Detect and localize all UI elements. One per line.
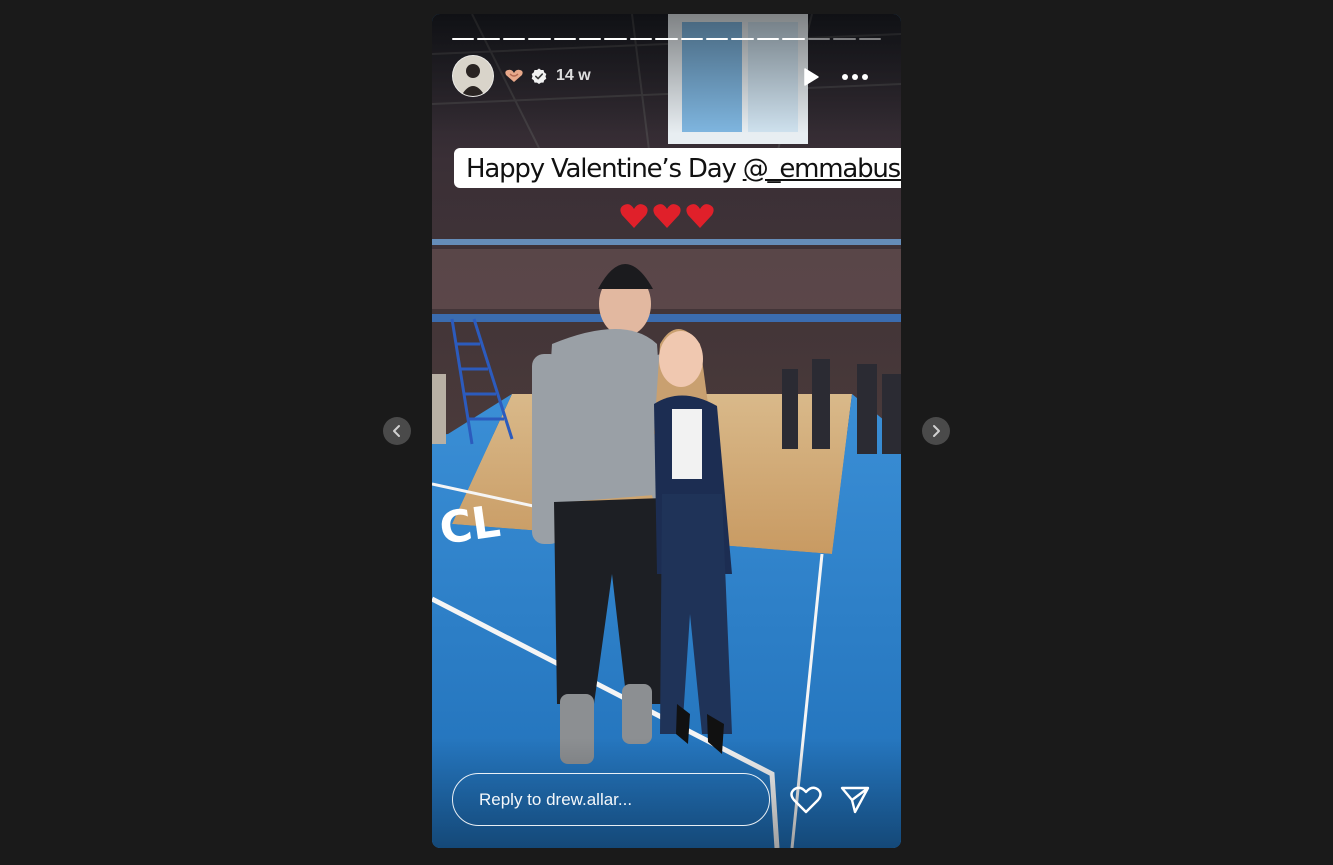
post-time: 14 w [556,67,591,84]
previous-story-button[interactable] [383,417,411,445]
progress-segment [502,38,526,40]
court-lettering: CL [436,496,503,555]
story-viewer: CL 14 w Happy Valentine’s Day @_emmabus … [0,0,1333,865]
progress-segment [553,38,577,40]
story-caption: Happy Valentine’s Day @_emmabush_ [454,148,901,188]
progress-segment [604,38,627,40]
caption-mention-link[interactable]: @_emmabush_ [743,154,901,184]
story-progress-bar [452,38,881,40]
progress-segment [756,38,780,40]
progress-segment [655,38,678,40]
heart-outline-icon[interactable] [790,785,822,815]
reply-box[interactable] [452,773,770,826]
reply-input[interactable] [453,774,769,825]
progress-segment [782,38,805,40]
story-header: 14 w [452,55,881,97]
progress-segment [833,38,856,40]
story-card[interactable]: CL 14 w Happy Valentine’s Day @_emmabus … [432,14,901,848]
story-photo: CL [432,14,901,848]
avatar[interactable] [452,55,494,97]
progress-segment [579,38,602,40]
progress-segment [858,38,881,40]
heart-emoji-sticker [620,204,714,228]
chevron-left-icon [393,425,400,437]
progress-segment [706,38,729,40]
next-story-button[interactable] [922,417,950,445]
play-icon[interactable] [801,67,821,87]
progress-segment [629,38,653,40]
progress-segment [731,38,754,40]
progress-segment [477,38,500,40]
progress-segment [528,38,551,40]
caption-text: Happy Valentine’s Day [466,154,743,184]
progress-segment [680,38,704,40]
heart-hands-icon [505,69,523,82]
verified-badge-icon [531,68,547,84]
progress-segment [452,38,475,40]
chevron-right-icon [933,425,940,437]
more-horizontal-icon[interactable] [841,67,869,87]
progress-segment [807,38,831,40]
avatar-image [453,56,493,96]
send-icon[interactable] [840,785,870,815]
